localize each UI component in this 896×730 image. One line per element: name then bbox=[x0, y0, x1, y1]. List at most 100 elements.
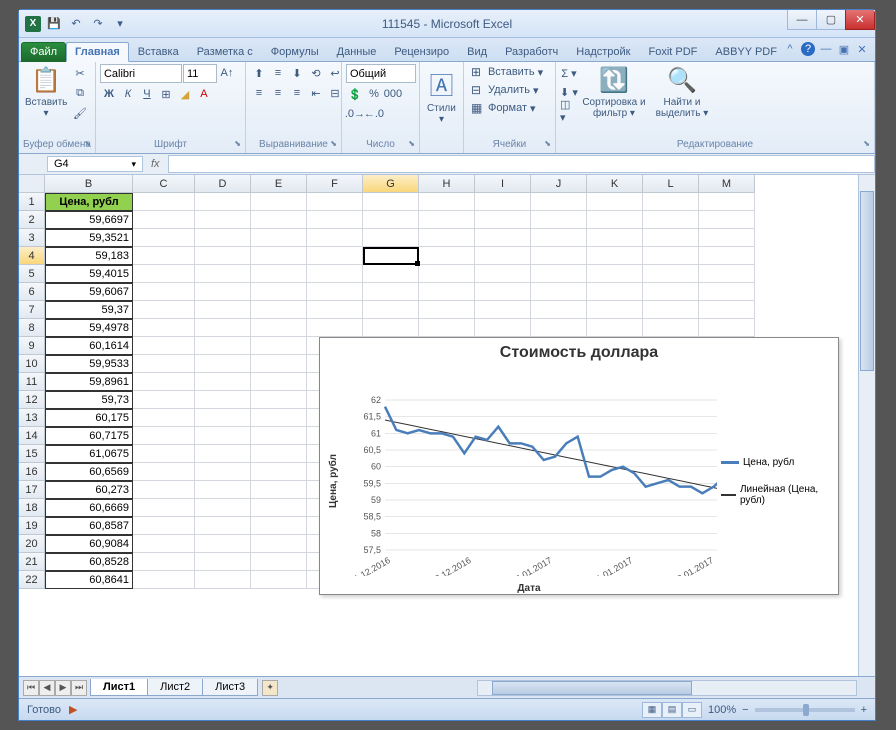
cell-D13[interactable] bbox=[195, 409, 251, 427]
undo-icon[interactable]: ↶ bbox=[67, 15, 85, 33]
cell-C6[interactable] bbox=[133, 283, 195, 301]
cell-G2[interactable] bbox=[363, 211, 419, 229]
tab-рецензиро[interactable]: Рецензиро bbox=[385, 42, 458, 61]
new-sheet-icon[interactable]: ✦ bbox=[262, 680, 278, 696]
cell-I7[interactable] bbox=[475, 301, 531, 319]
font-name-select[interactable] bbox=[100, 64, 182, 83]
cell-C12[interactable] bbox=[133, 391, 195, 409]
number-format-select[interactable] bbox=[346, 64, 416, 83]
column-header-F[interactable]: F bbox=[307, 175, 363, 193]
tab-abbyy pdf[interactable]: ABBYY PDF bbox=[706, 42, 786, 61]
cell-L7[interactable] bbox=[643, 301, 699, 319]
cell-M4[interactable] bbox=[699, 247, 755, 265]
insert-cells-button[interactable]: ⊞Вставить ▾ bbox=[468, 64, 546, 80]
cell-M3[interactable] bbox=[699, 229, 755, 247]
cell-K7[interactable] bbox=[587, 301, 643, 319]
row-header-4[interactable]: 4 bbox=[19, 247, 45, 265]
column-header-J[interactable]: J bbox=[531, 175, 587, 193]
cell-M6[interactable] bbox=[699, 283, 755, 301]
percent-icon[interactable]: % bbox=[365, 85, 383, 103]
cell-I5[interactable] bbox=[475, 265, 531, 283]
cell-E6[interactable] bbox=[251, 283, 307, 301]
cell-G7[interactable] bbox=[363, 301, 419, 319]
formula-input[interactable] bbox=[168, 155, 875, 173]
row-header-10[interactable]: 10 bbox=[19, 355, 45, 373]
cell-E10[interactable] bbox=[251, 355, 307, 373]
cell-B15-value[interactable]: 61,0675 bbox=[45, 445, 133, 463]
cell-D7[interactable] bbox=[195, 301, 251, 319]
macro-record-icon[interactable]: ▶ bbox=[69, 703, 77, 716]
cell-C15[interactable] bbox=[133, 445, 195, 463]
cell-K1[interactable] bbox=[587, 193, 643, 211]
font-color-icon[interactable]: A bbox=[195, 85, 213, 103]
cell-E18[interactable] bbox=[251, 499, 307, 517]
cell-H1[interactable] bbox=[419, 193, 475, 211]
cell-L2[interactable] bbox=[643, 211, 699, 229]
column-header-H[interactable]: H bbox=[419, 175, 475, 193]
tab-формулы[interactable]: Формулы bbox=[262, 42, 328, 61]
column-header-C[interactable]: C bbox=[133, 175, 195, 193]
row-header-17[interactable]: 17 bbox=[19, 481, 45, 499]
cell-C13[interactable] bbox=[133, 409, 195, 427]
sheet-nav-next-icon[interactable]: ▶ bbox=[55, 680, 71, 696]
cell-D15[interactable] bbox=[195, 445, 251, 463]
cell-I4[interactable] bbox=[475, 247, 531, 265]
cell-D1[interactable] bbox=[195, 193, 251, 211]
cell-E2[interactable] bbox=[251, 211, 307, 229]
align-right-icon[interactable]: ≡ bbox=[288, 84, 306, 102]
cell-F6[interactable] bbox=[307, 283, 363, 301]
format-cells-button[interactable]: ▦Формат ▾ bbox=[468, 100, 539, 116]
grow-font-icon[interactable]: A↑ bbox=[218, 64, 236, 82]
cell-J5[interactable] bbox=[531, 265, 587, 283]
copy-icon[interactable]: ⧉ bbox=[71, 84, 89, 102]
cell-H7[interactable] bbox=[419, 301, 475, 319]
help-minimize-ribbon-icon[interactable]: ^ bbox=[783, 42, 797, 56]
cell-G8[interactable] bbox=[363, 319, 419, 337]
cell-I8[interactable] bbox=[475, 319, 531, 337]
cell-F4[interactable] bbox=[307, 247, 363, 265]
cell-D3[interactable] bbox=[195, 229, 251, 247]
tab-данные[interactable]: Данные bbox=[328, 42, 386, 61]
cell-J4[interactable] bbox=[531, 247, 587, 265]
row-header-12[interactable]: 12 bbox=[19, 391, 45, 409]
view-page-break-icon[interactable]: ▭ bbox=[682, 702, 702, 718]
italic-button[interactable]: К bbox=[119, 85, 137, 103]
tab-file[interactable]: Файл bbox=[21, 42, 66, 62]
cell-B14-value[interactable]: 60,7175 bbox=[45, 427, 133, 445]
cell-D10[interactable] bbox=[195, 355, 251, 373]
align-left-icon[interactable]: ≡ bbox=[250, 84, 268, 102]
cell-H5[interactable] bbox=[419, 265, 475, 283]
horizontal-scrollbar-thumb[interactable] bbox=[492, 681, 692, 695]
zoom-in-button[interactable]: + bbox=[861, 704, 867, 716]
cell-B21-value[interactable]: 60,8528 bbox=[45, 553, 133, 571]
cell-M1[interactable] bbox=[699, 193, 755, 211]
row-header-11[interactable]: 11 bbox=[19, 373, 45, 391]
minimize-button[interactable]: — bbox=[787, 10, 817, 30]
styles-button[interactable]: 🄰 Стили ▾ bbox=[424, 64, 459, 127]
cell-H6[interactable] bbox=[419, 283, 475, 301]
border-icon[interactable]: ⊞ bbox=[157, 85, 175, 103]
align-bottom-icon[interactable]: ⬇ bbox=[288, 64, 306, 82]
sheet-tab-Лист3[interactable]: Лист3 bbox=[202, 679, 258, 696]
cell-G6[interactable] bbox=[363, 283, 419, 301]
cell-D4[interactable] bbox=[195, 247, 251, 265]
row-header-8[interactable]: 8 bbox=[19, 319, 45, 337]
cell-B12-value[interactable]: 59,73 bbox=[45, 391, 133, 409]
paste-button[interactable]: 📋 Вставить ▾ bbox=[23, 64, 69, 121]
zoom-slider[interactable] bbox=[755, 708, 855, 712]
row-header-19[interactable]: 19 bbox=[19, 517, 45, 535]
cell-F7[interactable] bbox=[307, 301, 363, 319]
cell-E20[interactable] bbox=[251, 535, 307, 553]
cell-J7[interactable] bbox=[531, 301, 587, 319]
cell-K6[interactable] bbox=[587, 283, 643, 301]
cell-F3[interactable] bbox=[307, 229, 363, 247]
bold-button[interactable]: Ж bbox=[100, 85, 118, 103]
cell-K3[interactable] bbox=[587, 229, 643, 247]
cell-B20-value[interactable]: 60,9084 bbox=[45, 535, 133, 553]
cell-C11[interactable] bbox=[133, 373, 195, 391]
cell-L6[interactable] bbox=[643, 283, 699, 301]
cell-D18[interactable] bbox=[195, 499, 251, 517]
cell-H4[interactable] bbox=[419, 247, 475, 265]
cell-L3[interactable] bbox=[643, 229, 699, 247]
fx-icon[interactable]: fx bbox=[151, 158, 160, 170]
